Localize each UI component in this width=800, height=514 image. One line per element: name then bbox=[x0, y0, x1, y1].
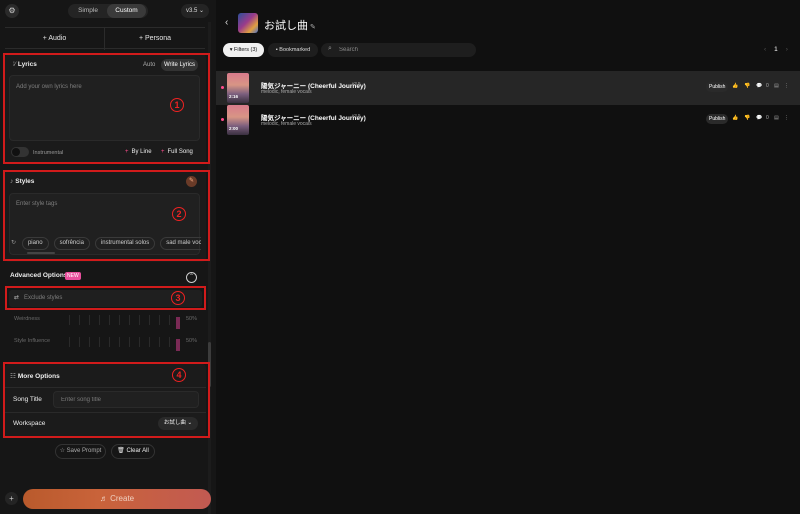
annotation-number-1: 1 bbox=[170, 98, 184, 112]
song-version: v3.5 bbox=[352, 81, 361, 86]
annotation-number-4: 4 bbox=[172, 368, 186, 382]
slider-knob[interactable] bbox=[176, 339, 180, 351]
song-row[interactable]: 2:16 陽気ジャーニー (Cheerful Journey) v3.5 mel… bbox=[216, 71, 800, 105]
like-icon[interactable]: 👍 bbox=[732, 115, 738, 121]
slider-knob[interactable] bbox=[176, 317, 180, 329]
song-tags: melodic, female vocals bbox=[261, 121, 312, 127]
weirdness-slider-row: Weirdness 50% bbox=[9, 312, 202, 329]
weirdness-value: 50% bbox=[185, 316, 197, 322]
song-duration: 2:16 bbox=[229, 94, 239, 99]
publish-button[interactable]: Publish bbox=[706, 114, 729, 124]
add-persona-button[interactable]: + Persona bbox=[105, 28, 205, 50]
add-row: + Audio + Persona bbox=[5, 27, 205, 50]
comment-count: 0 bbox=[766, 83, 769, 89]
filters-button[interactable]: ▾ Filters (3) bbox=[223, 43, 264, 57]
song-tags: melodic, female vocals bbox=[261, 89, 312, 95]
dislike-icon[interactable]: 👎 bbox=[744, 83, 750, 89]
comment-icon[interactable]: 💬 bbox=[756, 83, 762, 89]
style-influence-slider-row: Style Influence 50% bbox=[9, 334, 202, 351]
create-button[interactable]: ♬ Create bbox=[23, 489, 211, 509]
like-icon[interactable]: 👍 bbox=[732, 83, 738, 89]
style-influence-slider[interactable] bbox=[69, 337, 180, 351]
publish-button[interactable]: Publish bbox=[706, 82, 729, 92]
panel-topbar: ⚙ Simple Custom v3.5 ⌄ bbox=[0, 0, 216, 22]
comment-icon[interactable]: 💬 bbox=[756, 115, 762, 121]
advanced-options-title[interactable]: Advanced Options bbox=[10, 272, 67, 279]
gear-icon[interactable]: ⚙ bbox=[5, 4, 19, 18]
clear-all-button[interactable]: 🗑 Clear All bbox=[111, 444, 155, 459]
new-badge: NEW bbox=[65, 272, 81, 280]
create-panel: ⚙ Simple Custom v3.5 ⌄ + Audio + Persona… bbox=[0, 0, 216, 514]
bookmarked-button[interactable]: ▪ Bookmarked bbox=[268, 43, 318, 57]
more-icon[interactable]: ⋮ bbox=[784, 115, 789, 121]
pagination: ‹ 1 › bbox=[756, 46, 796, 53]
style-influence-label: Style Influence bbox=[14, 338, 51, 344]
mode-toggle[interactable]: Simple Custom bbox=[68, 4, 148, 18]
workspace-thumbnail bbox=[238, 13, 258, 33]
workspace-title: お試し曲 ✎ bbox=[264, 20, 316, 32]
search-input[interactable] bbox=[339, 43, 469, 57]
model-version-select[interactable]: v3.5 ⌄ bbox=[181, 4, 209, 18]
song-version: v3.5 bbox=[352, 113, 361, 118]
annotation-number-3: 3 bbox=[171, 291, 185, 305]
share-icon[interactable]: ▤ bbox=[774, 83, 779, 89]
edit-pencil-icon[interactable]: ✎ bbox=[310, 24, 316, 31]
song-row[interactable]: 2:00 陽気ジャーニー (Cheerful Journey) v3.5 mel… bbox=[216, 103, 800, 137]
style-influence-value: 50% bbox=[185, 338, 197, 344]
add-audio-button[interactable]: + Audio bbox=[5, 28, 105, 50]
workspace-view: ‹ お試し曲✎ ▾ Filters (3) ▪ Bookmarked ⌕ ‹ 1 ›… bbox=[216, 0, 800, 514]
annotation-number-2: 2 bbox=[172, 207, 186, 221]
song-duration: 2:00 bbox=[229, 126, 239, 131]
dislike-icon[interactable]: 👎 bbox=[744, 115, 750, 121]
chevron-up-icon[interactable]: ⌃ bbox=[186, 272, 197, 283]
unplayed-dot bbox=[221, 118, 224, 121]
save-prompt-button[interactable]: ☆ Save Prompt bbox=[55, 444, 106, 459]
page-number: 1 bbox=[774, 46, 778, 53]
search-icon: ⌕ bbox=[328, 45, 332, 52]
comment-count: 0 bbox=[766, 115, 769, 121]
more-icon[interactable]: ⋮ bbox=[784, 83, 789, 89]
share-icon[interactable]: ▤ bbox=[774, 115, 779, 121]
weirdness-slider[interactable] bbox=[69, 315, 180, 329]
plus-icon[interactable]: + bbox=[5, 492, 18, 505]
back-chevron-icon[interactable]: ‹ bbox=[225, 17, 228, 28]
next-page-icon[interactable]: › bbox=[786, 46, 788, 53]
mode-custom-tab[interactable]: Custom bbox=[107, 4, 146, 18]
mode-simple-tab[interactable]: Simple bbox=[70, 4, 106, 18]
unplayed-dot bbox=[221, 86, 224, 89]
search-box[interactable]: ⌕ bbox=[321, 43, 476, 57]
prev-page-icon[interactable]: ‹ bbox=[764, 46, 766, 53]
weirdness-label: Weirdness bbox=[14, 316, 40, 322]
